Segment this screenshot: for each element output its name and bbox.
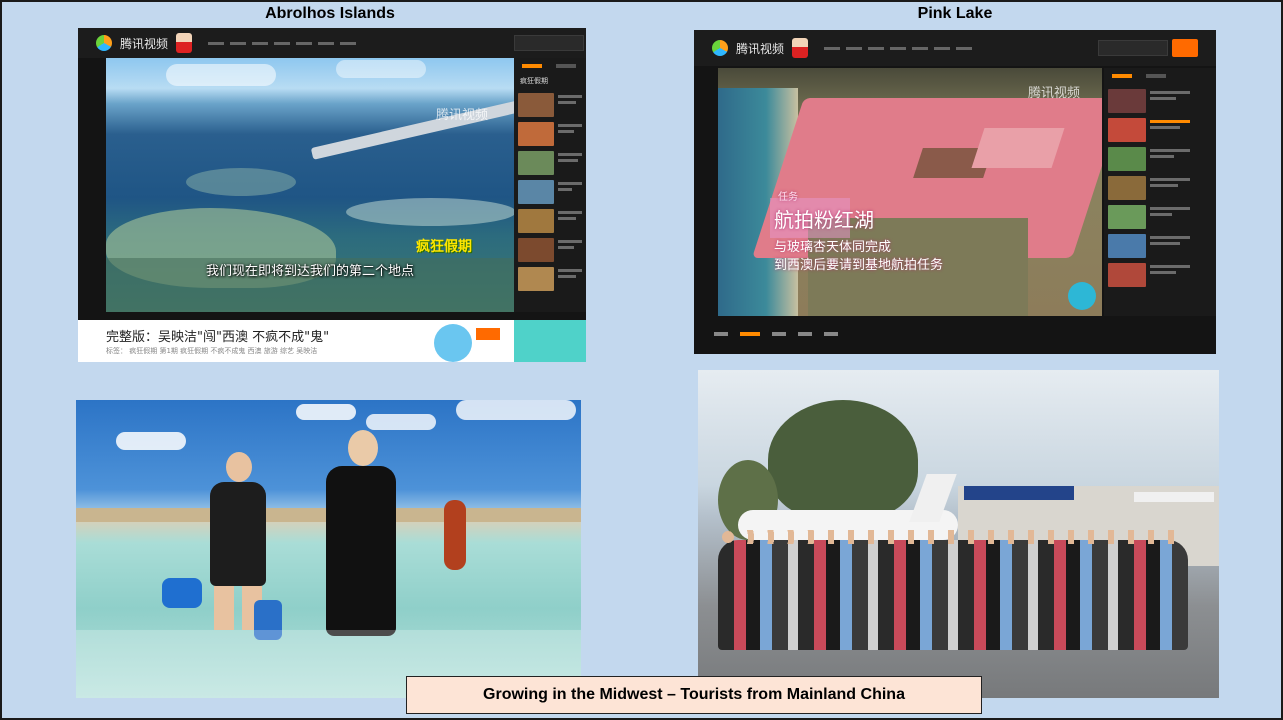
- video-player-pink-lake[interactable]: 腾讯视频 腾讯视频 任务 航拍粉红湖 与玻璃杏天体同完成 到西澳后要请到基地航拍…: [694, 30, 1216, 354]
- video-title: 完整版：吴映洁"闯"西澳 不疯不成"鬼": [106, 330, 330, 345]
- playlist-item[interactable]: [518, 122, 582, 146]
- player-watermark: 腾讯视频: [1028, 86, 1081, 101]
- playlist-item[interactable]: [518, 209, 582, 233]
- playlist-item[interactable]: [1108, 89, 1212, 113]
- player-nav-links[interactable]: [824, 46, 973, 50]
- tencent-video-logo-icon: [712, 40, 728, 56]
- overlay-tag: 任务: [778, 192, 798, 203]
- video-frame-pink-lake[interactable]: 腾讯视频 任务 航拍粉红湖 与玻璃杏天体同完成 到西澳后要请到基地航拍任务: [718, 68, 1102, 316]
- video-subtitle: 我们现在即将到达我们的第二个地点: [206, 264, 415, 279]
- player-top-bar: 腾讯视频: [78, 28, 586, 58]
- playlist-item[interactable]: [1108, 234, 1212, 258]
- player-logo-text: 腾讯视频: [736, 41, 785, 56]
- playlist-item[interactable]: [518, 267, 582, 291]
- playlist-sidebar: [1104, 68, 1216, 316]
- player-controls[interactable]: [694, 320, 1104, 348]
- video-tags: 标签： 疯狂假期 第1期 疯狂假期 不疯不成鬼 西澳 旅游 综艺 吴映洁: [106, 347, 318, 355]
- playlist-item[interactable]: [1108, 205, 1212, 229]
- promo-badge-icon: [434, 324, 472, 362]
- video-info-bar: 完整版：吴映洁"闯"西澳 不疯不成"鬼" 标签： 疯狂假期 第1期 疯狂假期 不…: [78, 320, 586, 362]
- playlist-item[interactable]: [1108, 263, 1212, 287]
- heading-abrolhos-islands: Abrolhos Islands: [265, 5, 395, 22]
- overlay-line-2: 到西澳后要请到基地航拍任务: [774, 258, 944, 273]
- search-input[interactable]: [1098, 40, 1168, 56]
- follow-button[interactable]: [476, 328, 500, 340]
- playlist-item[interactable]: [1108, 118, 1212, 142]
- overlay-title: 航拍粉红湖: [774, 208, 874, 232]
- playlist-item[interactable]: [518, 151, 582, 175]
- playlist-item[interactable]: [518, 93, 582, 117]
- heading-pink-lake: Pink Lake: [917, 5, 993, 22]
- video-player-abrolhos[interactable]: 腾讯视频 腾讯视频 疯狂假期 我们现在即将到达我们的第二个地点 疯狂假期 完整版…: [78, 28, 586, 362]
- playlist-item[interactable]: [518, 180, 582, 204]
- host-avatar: [792, 38, 809, 58]
- video-frame-aerial-islands[interactable]: 腾讯视频 疯狂假期 我们现在即将到达我们的第二个地点: [106, 58, 514, 312]
- player-logo-text: 腾讯视频: [120, 36, 169, 51]
- playlist-item[interactable]: [1108, 176, 1212, 200]
- photo-tour-group-airfield: [698, 370, 1219, 698]
- search-button[interactable]: [1172, 39, 1198, 57]
- playlist-sidebar: 疯狂假期: [514, 58, 586, 312]
- show-badge: 疯狂假期: [416, 239, 472, 255]
- player-watermark: 腾讯视频: [436, 108, 489, 123]
- search-input[interactable]: [514, 35, 584, 51]
- player-top-bar: 腾讯视频: [694, 30, 1216, 66]
- playlist-title: 疯狂假期: [520, 77, 548, 85]
- ad-banner[interactable]: [514, 320, 586, 362]
- overlay-line-1: 与玻璃杏天体同完成: [774, 240, 892, 255]
- tencent-video-logo-icon: [96, 35, 112, 51]
- photo-snorkelers-lobster: [76, 400, 581, 698]
- playlist-item[interactable]: [1108, 147, 1212, 171]
- player-nav-links[interactable]: [208, 41, 357, 45]
- host-avatar: [176, 33, 193, 53]
- show-badge-icon: [1068, 282, 1096, 310]
- slide-caption: Growing in the Midwest – Tourists from M…: [406, 676, 982, 714]
- playlist-item[interactable]: [518, 238, 582, 262]
